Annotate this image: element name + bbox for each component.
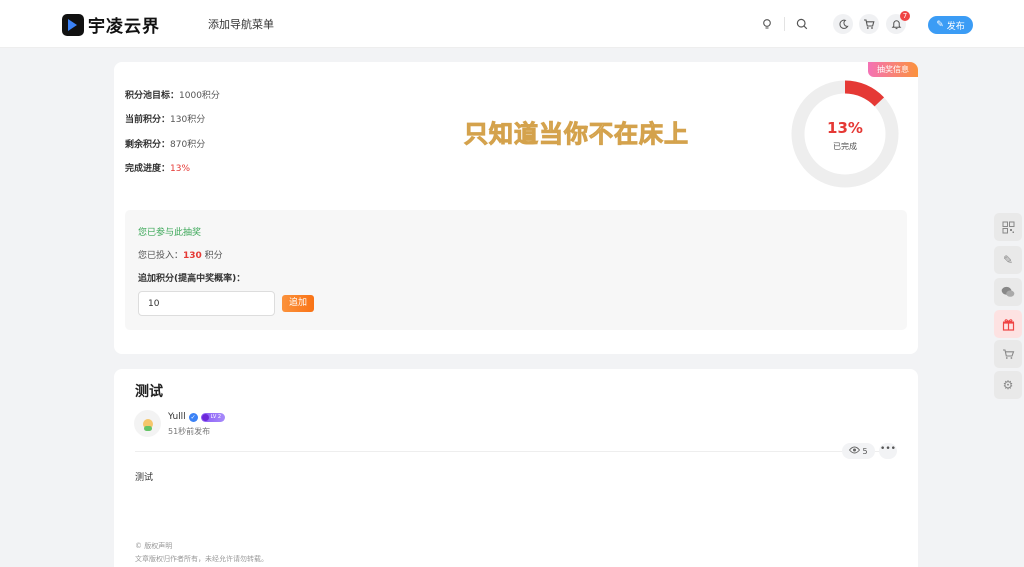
dark-mode-moon-icon[interactable] [833, 14, 853, 34]
cart-icon[interactable] [859, 14, 879, 34]
pencil-icon: ✎ [936, 20, 944, 30]
add-points-label: 追加积分(提高中奖概率)： [138, 274, 246, 284]
search-icon[interactable] [792, 14, 812, 34]
lightbulb-icon[interactable] [757, 14, 777, 34]
watermark-text: 只知道当你不在床上 [464, 120, 689, 149]
stat-label: 剩余积分： [125, 140, 171, 150]
author-name[interactable]: Yulll [168, 412, 186, 422]
avatar-icon [142, 418, 153, 431]
site-logo[interactable]: 宇凌云界 [62, 12, 160, 37]
stat-value: 1000积分 [179, 91, 220, 101]
write-button[interactable]: ✎ [994, 246, 1022, 274]
invested-info: 您已投入：130 积分 [138, 248, 223, 261]
wechat-icon [1001, 286, 1015, 297]
publish-button[interactable]: ✎ 发布 [928, 16, 973, 34]
progress-sub-label: 已完成 [833, 142, 857, 151]
invested-prefix: 您已投入： [138, 251, 184, 261]
lottery-card: 抽奖信息 积分池目标：1000积分 当前积分：130积分 剩余积分：870积分 … [114, 62, 918, 354]
settings-button[interactable]: ⚙ [994, 371, 1022, 399]
pencil-icon: ✎ [1002, 253, 1014, 267]
add-points-input[interactable] [138, 291, 275, 316]
stat-label: 积分池目标： [125, 91, 180, 101]
verified-icon: ✓ [188, 412, 198, 422]
stat-value: 13% [170, 164, 191, 174]
participation-panel: 您已参与此抽奖 您已投入：130 积分 追加积分(提高中奖概率)： 追加 [125, 210, 907, 330]
stat-label: 完成进度： [125, 164, 171, 174]
nav-add-menu[interactable]: 添加导航菜单 [208, 16, 274, 32]
avatar[interactable] [134, 410, 161, 437]
gear-icon: ⚙ [1002, 378, 1014, 392]
views-count: 5 [862, 446, 868, 456]
stat-value: 870积分 [170, 140, 206, 150]
remaining-points-stat: 剩余积分：870积分 [125, 137, 205, 150]
post-time: 51秒前发布 [168, 427, 211, 436]
publish-label: 发布 [946, 21, 965, 32]
level-badge: LV 2 [200, 412, 226, 422]
cart-icon [1002, 349, 1014, 359]
lottery-gift-button[interactable] [994, 310, 1022, 338]
logo-mark-icon [62, 13, 84, 36]
more-options-button[interactable]: ••• [879, 443, 897, 459]
joined-status: 您已参与此抽奖 [138, 228, 202, 238]
header-divider [784, 17, 785, 31]
notification-badge: 7 [900, 11, 910, 21]
wechat-button[interactable] [994, 278, 1022, 306]
cart-side-button[interactable] [994, 340, 1022, 368]
stat-label: 当前积分： [125, 115, 171, 125]
invested-value: 130 [183, 251, 202, 261]
views-counter: 5 [842, 443, 875, 459]
post-divider [135, 451, 897, 452]
stat-value: 130积分 [170, 115, 206, 125]
progress-stat: 完成进度：13% [125, 161, 190, 174]
copyright-title: © 版权声明 [135, 542, 173, 550]
copyright-note: 文章版权归作者所有，未经允许请勿转载。 [135, 555, 268, 563]
gift-icon [1002, 318, 1014, 331]
add-points-button[interactable]: 追加 [282, 295, 314, 312]
top-header: 宇凌云界 添加导航菜单 7 ✎ 发布 [0, 0, 1024, 48]
invested-suffix: 积分 [201, 251, 223, 261]
post-title: 测试 [135, 384, 163, 400]
pool-target-stat: 积分池目标：1000积分 [125, 88, 220, 101]
progress-percent: 13% [827, 119, 863, 137]
eye-icon [849, 446, 861, 456]
author-line: Yulll ✓ LV 2 [168, 412, 226, 422]
post-content: 测试 [135, 473, 154, 483]
logo-text: 宇凌云界 [88, 17, 160, 37]
qrcode-button[interactable] [994, 213, 1022, 241]
current-points-stat: 当前积分：130积分 [125, 112, 205, 125]
post-card: 测试 Yulll ✓ LV 2 51秒前发布 5 ••• 测试 © 版权声明 文… [114, 369, 918, 567]
qrcode-icon [1002, 221, 1014, 233]
lottery-info-tag: 抽奖信息 [868, 62, 918, 77]
